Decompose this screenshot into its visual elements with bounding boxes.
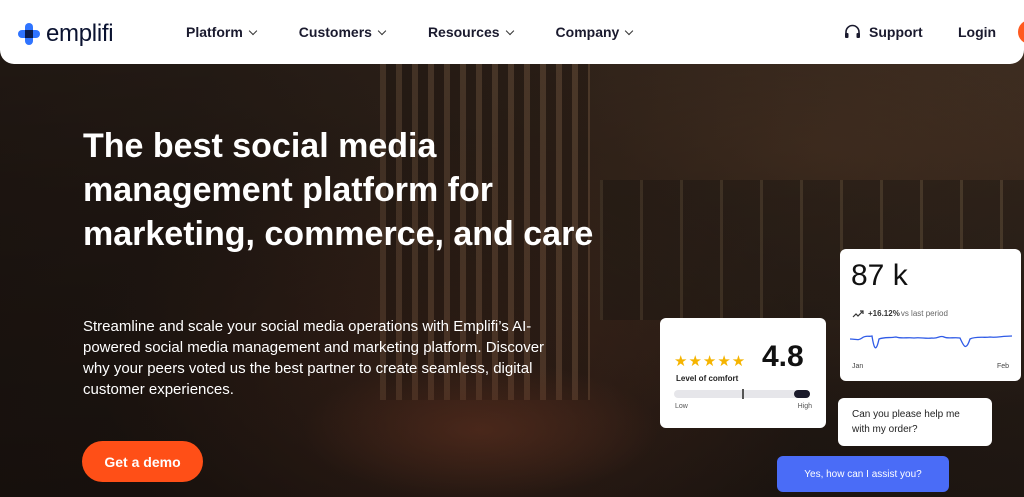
stat-change-suffix: vs last period xyxy=(900,309,948,318)
comfort-fill xyxy=(793,390,810,398)
start-month-label: Jan xyxy=(852,363,864,370)
get-demo-button[interactable]: Get a demo xyxy=(82,441,203,482)
chat-answer-bubble: Yes, how can I assist you? xyxy=(777,456,949,492)
chevron-down-icon xyxy=(248,26,258,35)
site-header: emplifi Platform Customers Resources Com… xyxy=(0,0,1024,64)
support-link[interactable]: Support xyxy=(844,24,923,40)
low-label: Low xyxy=(675,403,688,410)
logo-mark-icon xyxy=(18,23,40,45)
nav-label: Customers xyxy=(298,24,372,40)
stat-change-value: +16.12% xyxy=(868,309,900,318)
signup-button-edge[interactable] xyxy=(1018,20,1024,44)
end-month-label: Feb xyxy=(996,363,1009,370)
stat-change: +16.12% vs last period xyxy=(852,309,948,318)
chevron-down-icon xyxy=(505,26,514,35)
nav-label: Resources xyxy=(427,24,500,40)
rating-card: ★★★★★ 4.8 Level of comfort Low High xyxy=(660,318,826,428)
nav-item-customers[interactable]: Customers xyxy=(298,24,387,40)
chat-question-bubble: Can you please help me with my order? xyxy=(838,398,992,446)
trend-sparkline xyxy=(850,335,1012,349)
hero-subtext: Streamline and scale your social media o… xyxy=(83,318,545,398)
nav-label: Company xyxy=(555,24,620,40)
stats-card: 87 k +16.12% vs last period Jan Feb xyxy=(840,249,1021,381)
stat-value: 87 k xyxy=(851,259,908,292)
rating-value: 4.8 xyxy=(762,340,804,373)
headset-icon xyxy=(845,24,860,38)
star-rating-icon: ★★★★★ xyxy=(674,353,747,370)
comfort-midpoint xyxy=(742,389,744,399)
trend-up-icon xyxy=(852,309,864,317)
nav-item-platform[interactable]: Platform xyxy=(186,24,258,40)
nav-item-resources[interactable]: Resources xyxy=(427,24,514,40)
chevron-down-icon xyxy=(625,26,634,35)
main-nav: Platform Customers Resources Company xyxy=(186,24,675,40)
high-label: High xyxy=(797,403,812,410)
support-label: Support xyxy=(869,24,923,40)
nav-label: Platform xyxy=(186,24,243,40)
comfort-slider xyxy=(674,389,810,399)
hero-headline: The best social media management platfor… xyxy=(83,127,594,253)
logo[interactable]: emplifi xyxy=(18,20,114,48)
login-link[interactable]: Login xyxy=(958,24,996,40)
nav-item-company[interactable]: Company xyxy=(555,24,634,40)
logo-text: emplifi xyxy=(46,20,114,47)
chevron-down-icon xyxy=(377,26,387,35)
comfort-label: Level of comfort xyxy=(676,374,739,383)
